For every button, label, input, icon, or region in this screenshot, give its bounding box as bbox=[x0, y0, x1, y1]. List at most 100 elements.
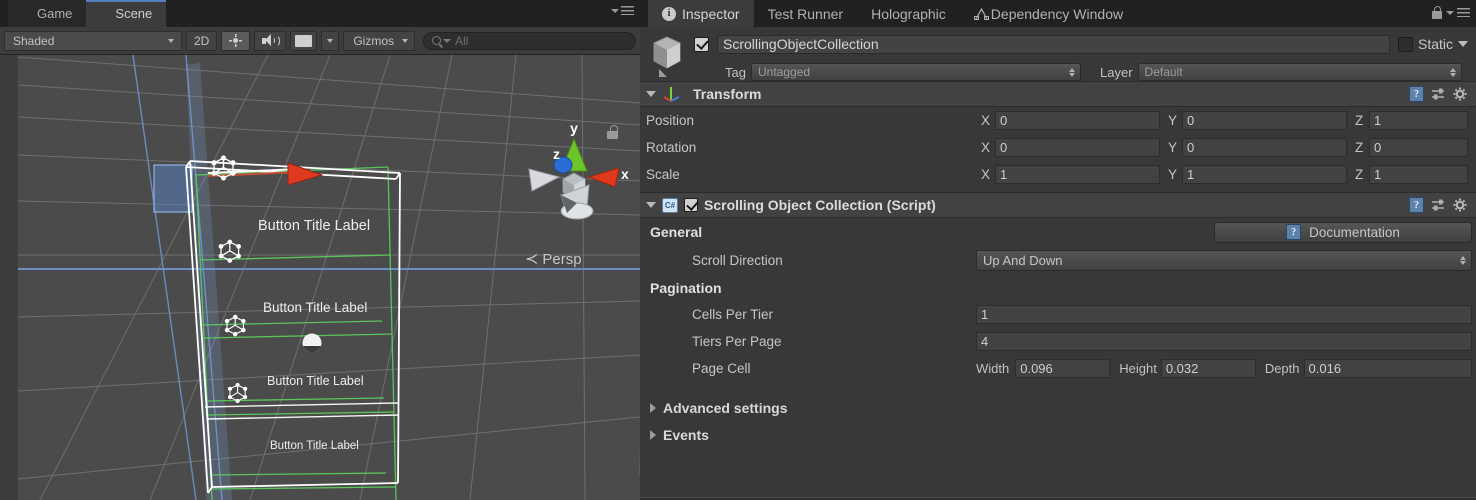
scroll-direction-dropdown[interactable]: Up And Down bbox=[976, 249, 1472, 271]
tab-inspector-label: Inspector bbox=[682, 5, 740, 22]
chevron-right-icon[interactable] bbox=[650, 429, 656, 440]
svg-text:y: y bbox=[570, 120, 578, 136]
grid-icon bbox=[96, 7, 110, 21]
tab-dependency-window-label: Dependency Window bbox=[990, 5, 1124, 22]
page-cell-height-input[interactable]: 0.032 bbox=[1160, 359, 1256, 378]
script-enabled-checkbox[interactable] bbox=[684, 198, 698, 212]
tab-test-runner-label: Test Runner bbox=[767, 5, 844, 22]
page-cell-fields: Width 0.096 Height 0.032 Depth 0.016 bbox=[976, 359, 1476, 378]
pagination-section-row: Pagination bbox=[640, 274, 1476, 301]
static-toggle-group[interactable]: Static bbox=[1397, 36, 1468, 52]
page-cell-depth-label: Depth bbox=[1264, 361, 1300, 376]
scene-fx-dropdown[interactable] bbox=[321, 30, 340, 51]
advanced-settings-foldout[interactable]: Advanced settings bbox=[640, 394, 1476, 421]
page-cell-depth-input[interactable]: 0.016 bbox=[1303, 359, 1472, 378]
gameobject-enabled-checkbox[interactable] bbox=[694, 36, 709, 52]
page-cell-width-input[interactable]: 0.096 bbox=[1015, 359, 1111, 378]
lock-icon[interactable] bbox=[1432, 6, 1443, 19]
scroll-direction-label: Scroll Direction bbox=[692, 252, 783, 268]
cells-per-tier-input[interactable]: 1 bbox=[976, 305, 1472, 324]
gizmos-label: Gizmos bbox=[353, 33, 395, 48]
transform-header-icons: ? bbox=[1409, 86, 1468, 102]
tab-holographic[interactable]: Holographic bbox=[857, 0, 960, 27]
gear-icon[interactable] bbox=[1453, 87, 1468, 102]
axis-x-label: X bbox=[981, 113, 991, 128]
documentation-button[interactable]: ? Documentation bbox=[1214, 221, 1472, 243]
scale-y-input[interactable]: 1 bbox=[1182, 165, 1347, 184]
rotation-x-input[interactable]: 0 bbox=[995, 138, 1160, 157]
scene-viewport[interactable]: Button Title Label Button Title Label Bu… bbox=[0, 55, 640, 500]
gameobject-name-input[interactable]: ScrollingObjectCollection bbox=[717, 34, 1390, 54]
scale-z-input[interactable]: 1 bbox=[1369, 165, 1468, 184]
unlocked-icon[interactable] bbox=[607, 125, 620, 139]
search-icon bbox=[432, 36, 442, 45]
position-z-input[interactable]: 1 bbox=[1369, 111, 1468, 130]
moon-icon bbox=[18, 7, 32, 21]
transform-foldout-arrow[interactable] bbox=[646, 91, 656, 97]
chevron-down-icon[interactable] bbox=[1458, 41, 1468, 47]
tab-test-runner[interactable]: Test Runner bbox=[754, 0, 857, 27]
camera-projection-label[interactable]: ≺ Persp bbox=[525, 249, 582, 269]
rotation-label: Rotation bbox=[646, 140, 697, 155]
help-icon[interactable]: ? bbox=[1409, 86, 1424, 102]
position-vector: X 0 Y 0 Z 1 bbox=[981, 111, 1476, 130]
inspector-tabbar: i Inspector Test Runner Holographic Depe… bbox=[640, 0, 1476, 27]
camera-projection-value: Persp bbox=[542, 250, 582, 268]
layer-value: Default bbox=[1144, 65, 1183, 79]
transform-component-header[interactable]: Transform ? bbox=[640, 81, 1476, 107]
speaker-icon bbox=[262, 34, 280, 47]
tiers-per-page-input[interactable]: 4 bbox=[976, 332, 1472, 351]
static-label: Static bbox=[1417, 36, 1453, 52]
preset-icon[interactable] bbox=[1431, 87, 1446, 101]
scene-object-label: Button Title Label bbox=[258, 218, 371, 234]
tag-dropdown[interactable]: Untagged bbox=[751, 63, 1081, 81]
toggle-2d-label: 2D bbox=[194, 33, 210, 48]
script-foldout-arrow[interactable] bbox=[646, 202, 656, 208]
axis-z-label: Z bbox=[1355, 140, 1364, 155]
tab-scene-label: Scene bbox=[115, 6, 153, 21]
tab-game[interactable]: Game bbox=[8, 0, 87, 27]
rotation-y-input[interactable]: 0 bbox=[1182, 138, 1347, 157]
position-y-input[interactable]: 0 bbox=[1182, 111, 1347, 130]
scene-search-input[interactable]: All bbox=[423, 31, 636, 50]
axis-y-label: Y bbox=[1168, 113, 1178, 128]
toggle-2d-button[interactable]: 2D bbox=[186, 30, 218, 51]
chevron-left-icon: ≺ bbox=[525, 251, 539, 268]
scene-fx-button[interactable] bbox=[290, 30, 318, 51]
csharp-script-icon: C# bbox=[662, 197, 678, 213]
events-foldout[interactable]: Events bbox=[640, 421, 1476, 448]
chevron-right-icon[interactable] bbox=[650, 402, 656, 413]
axis-y-label: Y bbox=[1168, 140, 1178, 155]
scene-tabbar: Game Scene bbox=[0, 0, 640, 27]
updown-arrows-icon bbox=[1460, 255, 1467, 266]
shading-mode-dropdown[interactable]: Shaded bbox=[4, 30, 182, 51]
updown-arrows-icon bbox=[1069, 67, 1076, 78]
static-checkbox[interactable] bbox=[1397, 36, 1413, 52]
gear-icon[interactable] bbox=[1453, 198, 1468, 213]
chevron-down-icon bbox=[611, 8, 619, 13]
script-component-header[interactable]: C# Scrolling Object Collection (Script) … bbox=[640, 192, 1476, 218]
gizmos-dropdown[interactable]: Gizmos bbox=[343, 30, 416, 51]
pagination-header: Pagination bbox=[650, 279, 722, 296]
scroll-direction-row: Scroll Direction Up And Down bbox=[640, 246, 1476, 274]
scene-lighting-button[interactable] bbox=[221, 30, 251, 51]
scene-tab-menu-button[interactable] bbox=[611, 6, 634, 15]
layer-dropdown[interactable]: Default bbox=[1137, 63, 1462, 81]
tab-dependency-window[interactable]: Dependency Window bbox=[960, 0, 1137, 27]
documentation-label: Documentation bbox=[1309, 224, 1400, 240]
tiers-per-page-row: Tiers Per Page 4 bbox=[640, 328, 1476, 355]
shading-mode-label: Shaded bbox=[13, 33, 55, 48]
preset-icon[interactable] bbox=[1431, 198, 1446, 212]
position-x-input[interactable]: 0 bbox=[995, 111, 1160, 130]
tab-inspector[interactable]: i Inspector bbox=[648, 0, 754, 27]
scene-object-label: Button Title Label bbox=[270, 440, 359, 452]
tab-scene[interactable]: Scene bbox=[86, 0, 167, 27]
rotation-z-input[interactable]: 0 bbox=[1369, 138, 1468, 157]
help-icon[interactable]: ? bbox=[1409, 197, 1424, 213]
scale-x-input[interactable]: 1 bbox=[995, 165, 1160, 184]
scene-audio-button[interactable] bbox=[254, 30, 287, 51]
scene-panel: Game Scene Shaded 2D Gizmos All Button T… bbox=[0, 0, 640, 500]
position-label: Position bbox=[646, 113, 695, 128]
menu-icon[interactable] bbox=[1457, 8, 1470, 17]
axis-x-label: X bbox=[981, 167, 991, 182]
